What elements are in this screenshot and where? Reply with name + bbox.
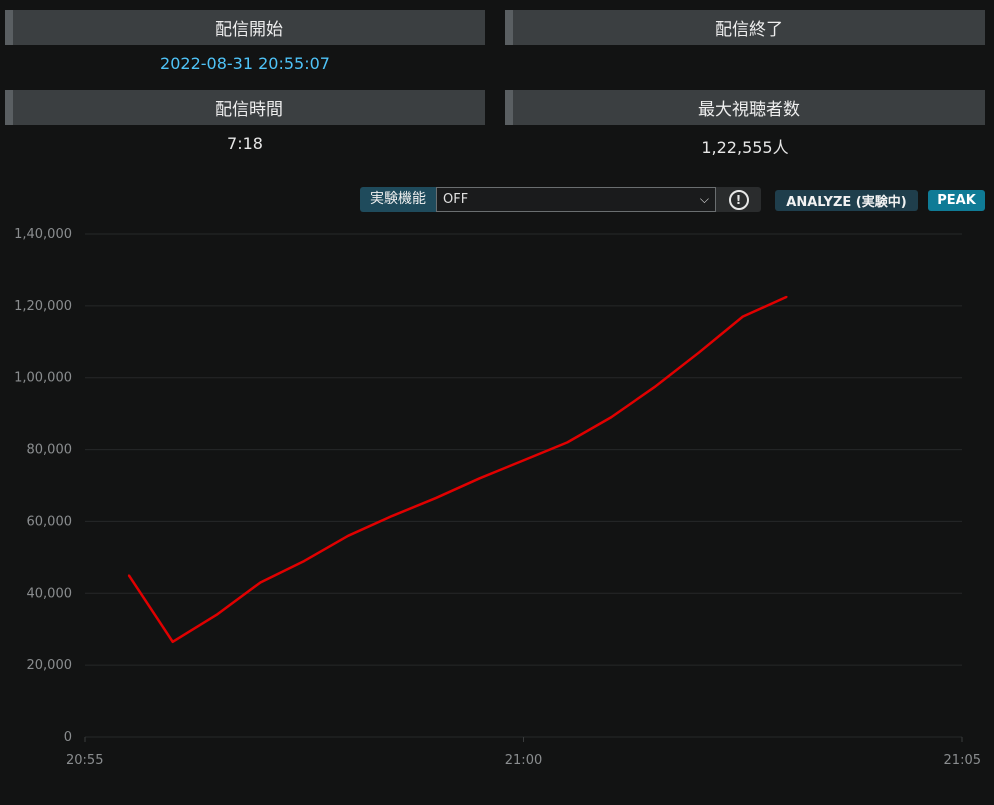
data-point — [741, 315, 744, 318]
data-point — [259, 581, 262, 584]
y-tick-label: 1,40,000 — [14, 227, 72, 242]
x-tick-label: 20:55 — [66, 753, 103, 768]
data-point — [785, 295, 788, 298]
data-point — [171, 640, 174, 643]
data-point — [566, 441, 569, 444]
viewer-count-line — [127, 295, 788, 644]
data-point — [215, 613, 218, 616]
data-point — [347, 534, 350, 537]
y-tick-label: 20,000 — [27, 658, 73, 673]
y-tick-label: 1,00,000 — [14, 371, 72, 386]
data-point — [390, 515, 393, 518]
x-tick-label: 21:00 — [505, 753, 542, 768]
data-point — [127, 574, 130, 577]
data-point — [434, 497, 437, 500]
y-tick-label: 0 — [64, 730, 72, 745]
y-tick-label: 40,000 — [27, 586, 73, 601]
y-tick-label: 60,000 — [27, 514, 73, 529]
data-point — [478, 477, 481, 480]
x-tick-label: 21:05 — [944, 753, 981, 768]
y-tick-label: 80,000 — [27, 443, 73, 458]
viewer-count-chart: 0 20,000 40,000 60,000 80,000 1,00,000 1,20,00… — [14, 227, 981, 768]
data-point — [697, 351, 700, 354]
data-point — [654, 385, 657, 388]
data-point — [522, 459, 525, 462]
data-point — [303, 559, 306, 562]
data-point — [610, 416, 613, 419]
y-tick-label: 1,20,000 — [14, 299, 72, 314]
